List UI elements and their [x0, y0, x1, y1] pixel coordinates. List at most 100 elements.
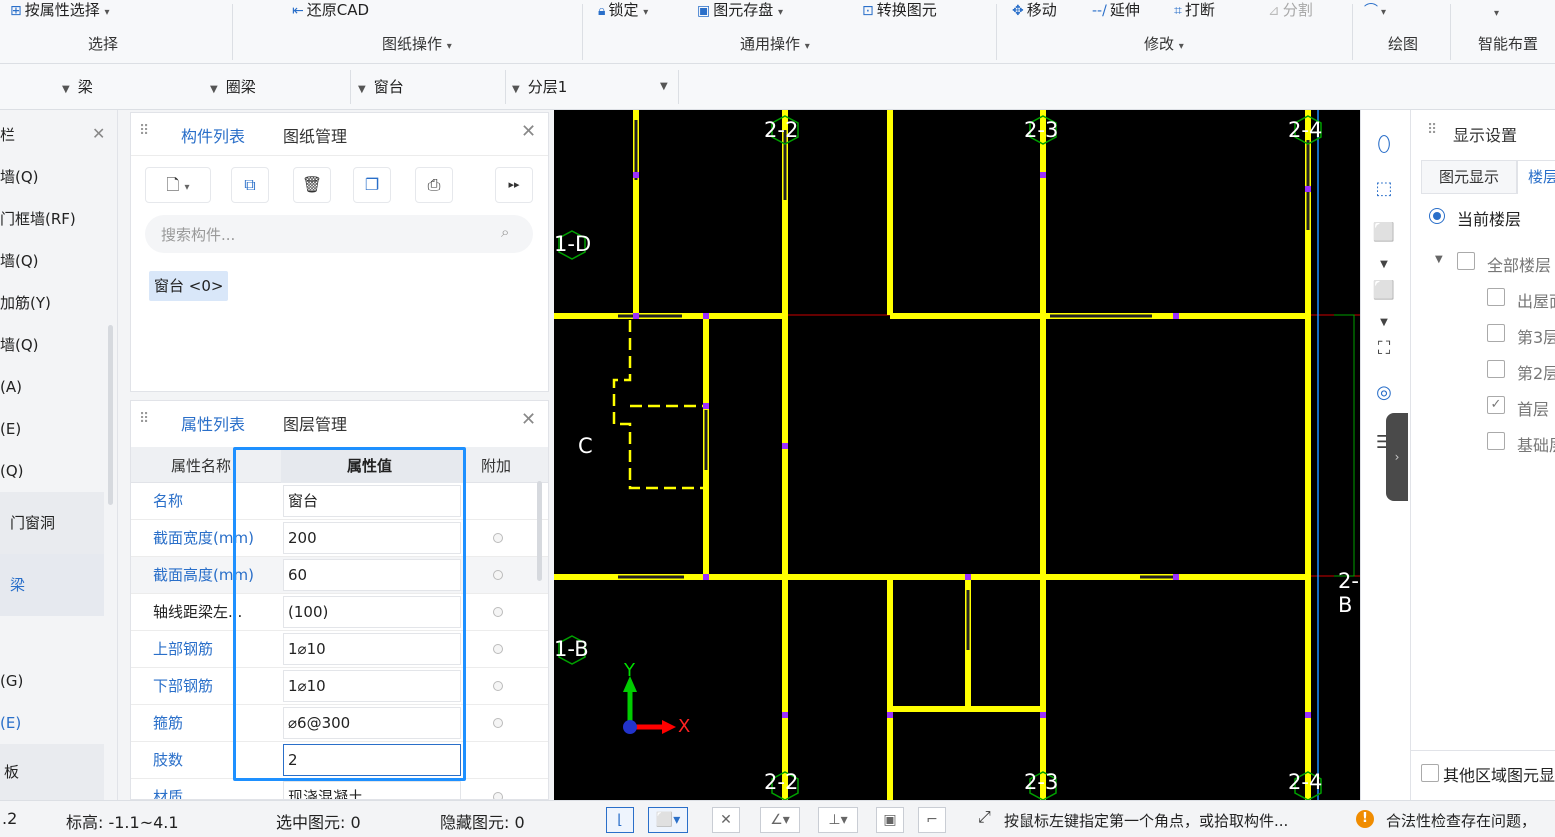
search-input[interactable]: 搜索构件... ⌕	[145, 215, 533, 253]
property-name: 轴线距梁左...	[153, 603, 243, 621]
group-general-ops[interactable]: 通用操作 ▾	[740, 33, 810, 54]
move-button[interactable]: ✥ 移动	[1012, 0, 1057, 22]
orbit-icon[interactable]: ⬯	[1369, 130, 1399, 160]
zoom-extent-icon[interactable]: ⛶	[1369, 334, 1399, 364]
layer-combo[interactable]: ▼ 分层1	[512, 74, 567, 100]
extra-radio[interactable]	[493, 718, 503, 728]
nav-item-wall[interactable]: 墙(Q)	[0, 240, 104, 282]
extra-radio[interactable]	[493, 570, 503, 580]
axis-label: 2-2	[764, 118, 799, 142]
polar-toggle[interactable]: ⌐	[918, 807, 946, 833]
close-icon[interactable]: ✕	[521, 121, 536, 142]
save-component-button[interactable]: ⎙	[415, 167, 453, 203]
nav-item-reinforcement[interactable]: 加筋(Y)	[0, 282, 104, 324]
group-modify[interactable]: 修改 ▾	[1144, 33, 1184, 54]
snap-toggle[interactable]: ⬜▾	[648, 807, 688, 833]
status-warning[interactable]: 合法性检查存在问题，	[1386, 810, 1536, 831]
draw-arc-button[interactable]: ⌒ ▾	[1364, 0, 1386, 22]
select-by-attr-button[interactable]: ⊞ 按属性选择 ▾	[10, 0, 110, 22]
extend-button[interactable]: --/延伸	[1092, 0, 1140, 22]
tab-component-list[interactable]: 构件列表	[181, 123, 245, 147]
nav-scrollbar[interactable]	[108, 325, 113, 505]
nav-item-q[interactable]: (Q)	[0, 450, 104, 492]
cross-toggle[interactable]: ✕	[712, 807, 740, 833]
nav-item-a[interactable]: (A)	[0, 366, 104, 408]
display-toggle[interactable]: ▣	[876, 807, 904, 833]
nav-item-nav-bar[interactable]: 栏	[0, 114, 104, 156]
offset-toggle[interactable]: ⊥▾	[818, 807, 858, 833]
trash-icon: 🗑︎	[301, 175, 323, 194]
cube-select-icon[interactable]: ◎	[1369, 378, 1399, 408]
tab-floor[interactable]: 楼层	[1517, 160, 1555, 194]
nav-item-e-selected[interactable]: (E)	[0, 702, 104, 744]
tab-drawing-management[interactable]: 图纸管理	[283, 123, 347, 147]
nav-item-beam[interactable]: 梁	[0, 554, 104, 616]
drag-handle-icon[interactable]: ⠿	[139, 123, 149, 139]
view-iso-icon[interactable]: ⬜	[1369, 276, 1399, 306]
more-button[interactable]: ▸▸	[495, 167, 533, 203]
lock-button[interactable]: 🔒︎ 锁定 ▾	[598, 0, 648, 22]
convert-element-button[interactable]: ⊡ 转换图元	[862, 0, 937, 22]
split-button[interactable]: ⊿ 分割	[1268, 0, 1313, 22]
delete-component-button[interactable]: 🗑︎	[293, 167, 331, 203]
chevron-down-icon: ▼	[358, 84, 366, 95]
extra-radio[interactable]	[493, 644, 503, 654]
status-bar: .2 标高: -1.1~4.1 选中图元: 0 隐藏图元: 0 ⌊ ⬜▾ ✕ ∠…	[0, 800, 1555, 837]
extra-radio[interactable]	[493, 533, 503, 543]
break-button[interactable]: ⌗ 打断	[1174, 0, 1215, 22]
nav-item-wall[interactable]: 墙(Q)	[0, 324, 104, 366]
collapse-right-handle[interactable]: ›	[1386, 413, 1408, 501]
nav-item-door-window-opening[interactable]: 门窗洞	[0, 492, 104, 554]
property-scrollbar[interactable]	[537, 481, 542, 581]
duplicate-component-button[interactable]: ❐	[353, 167, 391, 203]
close-icon[interactable]: ✕	[92, 124, 105, 143]
display-settings-panel: ⠿ 显示设置 图元显示 楼层 当前楼层 ▼ 全部楼层 出屋面 第3层 第2层 ✓…	[1410, 110, 1555, 800]
split-icon: ⊿	[1268, 3, 1280, 19]
all-floors-checkbox[interactable]	[1457, 252, 1475, 270]
component-subtype-combo[interactable]: ▼ 圈梁	[210, 74, 256, 100]
component-list-item[interactable]: 窗台 <0>	[149, 271, 229, 301]
view-top-icon[interactable]: ⬜	[1369, 218, 1399, 248]
smart-layout-dropdown[interactable]: ▾	[1494, 4, 1499, 26]
component-name-combo[interactable]: ▼ 窗台	[358, 74, 404, 100]
extra-radio[interactable]	[493, 792, 503, 799]
search-icon[interactable]: ⌕	[501, 223, 509, 241]
col-header-name: 属性名称	[171, 457, 232, 475]
floor-checkbox[interactable]	[1487, 432, 1505, 450]
nav-item-e[interactable]: (E)	[0, 408, 104, 450]
other-area-checkbox[interactable]	[1421, 764, 1439, 782]
chevron-down-icon[interactable]: ▼	[1435, 254, 1443, 265]
angle-toggle[interactable]: ∠▾	[760, 807, 800, 833]
drag-handle-icon[interactable]: ⠿	[139, 411, 149, 427]
divider	[1411, 750, 1555, 751]
view-3d-icon[interactable]: ⬚	[1369, 174, 1399, 204]
ortho-toggle[interactable]: ⌊	[606, 807, 634, 833]
nav-item-wall[interactable]: 墙(Q)	[0, 156, 104, 198]
warning-icon[interactable]: !	[1356, 810, 1374, 828]
current-floor-radio[interactable]	[1429, 208, 1445, 224]
floor-checkbox[interactable]	[1487, 360, 1505, 378]
nav-item-slab[interactable]: 板	[0, 744, 104, 800]
floor-checkbox-checked[interactable]: ✓	[1487, 396, 1505, 414]
floor-checkbox[interactable]	[1487, 288, 1505, 306]
drag-handle-icon[interactable]: ⠿	[1427, 122, 1437, 138]
new-component-button[interactable]: 🗋 ▾	[145, 167, 211, 203]
tab-layer-management[interactable]: 图层管理	[283, 411, 347, 435]
layer-combo-arrow[interactable]: ▼	[660, 74, 668, 100]
copy-component-button[interactable]: ⧉	[231, 167, 269, 203]
restore-cad-button[interactable]: ⇤ 还原CAD	[292, 0, 369, 22]
extra-radio[interactable]	[493, 681, 503, 691]
extra-radio[interactable]	[493, 607, 503, 617]
group-drawing-ops[interactable]: 图纸操作 ▾	[382, 33, 452, 54]
element-save-button[interactable]: ▣ 图元存盘 ▾	[697, 0, 783, 22]
chevron-down-icon: ▼	[210, 84, 218, 95]
nav-item-g[interactable]: (G)	[0, 660, 104, 702]
component-type-combo[interactable]: ▼ 梁	[62, 74, 93, 100]
tab-element-display[interactable]: 图元显示	[1421, 160, 1517, 194]
tab-property-list[interactable]: 属性列表	[181, 411, 245, 435]
floor-checkbox[interactable]	[1487, 324, 1505, 342]
nav-item-door-frame-wall[interactable]: 门框墙(RF)	[0, 198, 104, 240]
property-value-input[interactable]: 现浇混凝土	[283, 781, 461, 799]
close-icon[interactable]: ✕	[521, 409, 536, 430]
drawing-canvas[interactable]: 2-2 2-3 2-4 2-2 2-3 2-4 1-D C 1-B 2-B Y …	[554, 110, 1360, 800]
